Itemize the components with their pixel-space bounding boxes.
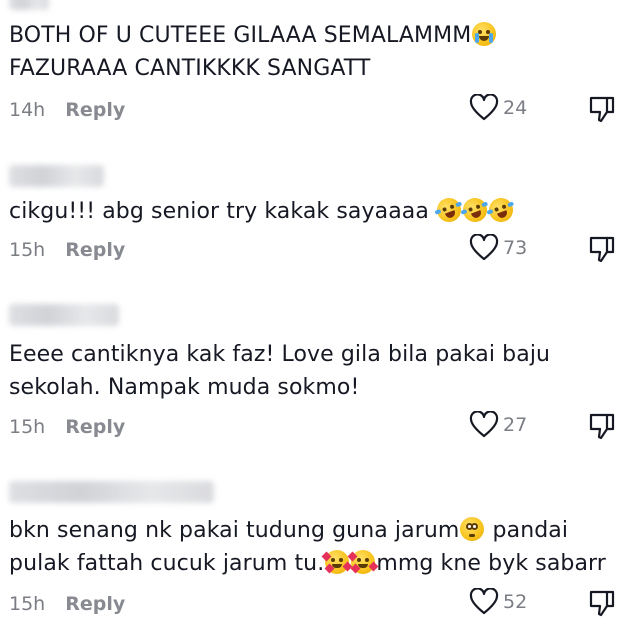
like-button[interactable]: 73 bbox=[469, 234, 527, 262]
flushed-face-icon bbox=[460, 517, 485, 541]
like-button[interactable]: 27 bbox=[469, 411, 527, 439]
reply-button[interactable]: Reply bbox=[65, 416, 125, 438]
comment-username-blurred[interactable] bbox=[9, 304, 119, 326]
comment-text: cikgu!!! abg senior try kakak sayaaaa bbox=[9, 194, 621, 228]
comment-time: 15h bbox=[9, 239, 46, 261]
like-count: 73 bbox=[503, 237, 528, 259]
comment-time: 15h bbox=[9, 593, 46, 615]
dislike-icon[interactable] bbox=[587, 234, 617, 264]
like-button[interactable]: 52 bbox=[469, 588, 527, 616]
comment-meta: 14h Reply bbox=[9, 99, 125, 121]
heart-outline-icon bbox=[469, 588, 499, 615]
comment-username-blurred[interactable] bbox=[9, 481, 214, 503]
comment-meta: 15h Reply bbox=[9, 239, 125, 261]
comment-meta: 15h Reply bbox=[9, 593, 125, 615]
comment-time: 14h bbox=[9, 99, 46, 121]
reply-button[interactable]: Reply bbox=[65, 239, 125, 261]
comment-meta: 15h Reply bbox=[9, 416, 125, 438]
dislike-icon[interactable] bbox=[587, 411, 617, 441]
comment-text: BOTH OF U CUTEEE GILAAA SEMALAMMM FAZURA… bbox=[9, 19, 621, 85]
heart-outline-icon bbox=[469, 234, 499, 261]
dislike-icon[interactable] bbox=[587, 94, 617, 124]
comment-text: Eeee cantiknya kak faz! Love gila bila p… bbox=[9, 342, 551, 400]
rolling-laughing-icon bbox=[485, 194, 517, 226]
heart-outline-icon bbox=[469, 411, 499, 438]
smiling-face-with-hearts-icon bbox=[321, 550, 353, 574]
like-count: 27 bbox=[503, 414, 528, 436]
heart-outline-icon bbox=[469, 94, 499, 121]
comment-text: bkn senang nk pakai tudung guna jarum pa… bbox=[9, 517, 606, 576]
rolling-laughing-icon bbox=[459, 194, 491, 226]
smiling-face-with-hearts-icon bbox=[347, 550, 379, 574]
like-count: 52 bbox=[503, 591, 528, 613]
rolling-laughing-icon bbox=[433, 194, 465, 226]
comment-username-blurred[interactable] bbox=[9, 165, 104, 187]
like-count: 24 bbox=[503, 97, 528, 119]
dislike-icon[interactable] bbox=[587, 588, 617, 618]
comment-time: 15h bbox=[9, 416, 46, 438]
reply-button[interactable]: Reply bbox=[65, 593, 125, 615]
comment-username-blurred[interactable] bbox=[9, 0, 49, 10]
like-button[interactable]: 24 bbox=[469, 94, 527, 122]
reply-button[interactable]: Reply bbox=[65, 99, 125, 121]
loudly-crying-face-icon bbox=[472, 22, 497, 46]
